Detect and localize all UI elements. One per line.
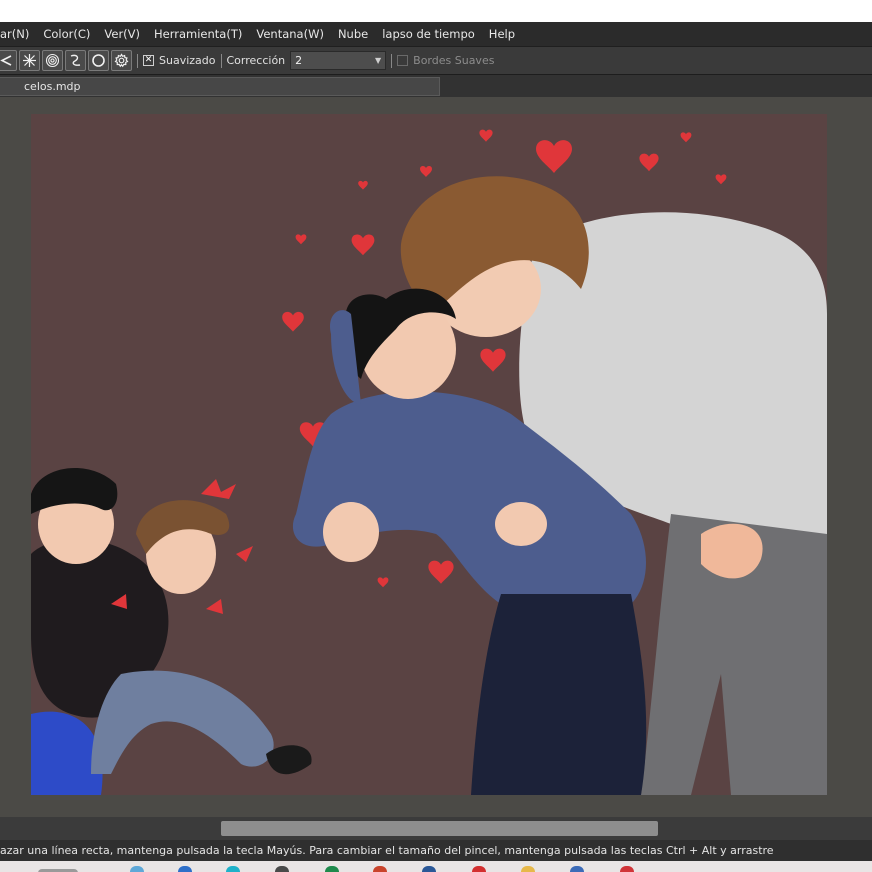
edge-icon[interactable] xyxy=(178,866,192,872)
correction-value: 2 xyxy=(295,54,303,67)
menu-help[interactable]: Help xyxy=(482,27,522,41)
menu-timelapse[interactable]: lapso de tiempo xyxy=(375,27,482,41)
chevron-down-icon: ▼ xyxy=(375,56,382,65)
tab-label: celos.mdp xyxy=(24,80,81,93)
opera-icon[interactable] xyxy=(620,866,634,872)
menu-window[interactable]: Ventana(W) xyxy=(249,27,331,41)
soft-edges-label: Bordes Suaves xyxy=(413,54,495,67)
antialias-checkbox[interactable]: ✕ xyxy=(143,55,154,66)
soft-edges-checkbox[interactable] xyxy=(397,55,409,66)
scrollbar-thumb[interactable] xyxy=(221,821,658,836)
drawing-canvas[interactable] xyxy=(31,114,827,795)
ruler-curve-icon[interactable] xyxy=(65,50,86,71)
document-tab-bar: celos.mdp xyxy=(0,74,872,97)
ruler-settings-icon[interactable] xyxy=(111,50,132,71)
menu-view[interactable]: Ver(V) xyxy=(97,27,147,41)
correction-label: Corrección xyxy=(226,54,286,67)
status-bar: azar una línea recta, mantenga pulsada l… xyxy=(0,840,872,861)
figures-small xyxy=(31,467,312,795)
antialias-label: Suavizado xyxy=(159,54,216,67)
opera-icon[interactable] xyxy=(472,866,486,872)
recorder-icon[interactable] xyxy=(570,866,584,872)
tab-document[interactable]: celos.mdp xyxy=(0,77,440,96)
horizontal-scrollbar[interactable] xyxy=(0,817,872,840)
ruler-parallel-icon[interactable] xyxy=(0,50,17,71)
folder-icon[interactable] xyxy=(521,866,535,872)
artwork-illustration xyxy=(31,129,827,795)
chrome-icon[interactable] xyxy=(226,866,240,872)
ruler-ellipse-icon[interactable] xyxy=(88,50,109,71)
toolbar-separator xyxy=(220,53,222,68)
tool-options-bar: ✕ Suavizado Corrección 2 ▼ Bordes Suaves xyxy=(0,46,872,74)
canvas-workspace[interactable] xyxy=(0,97,872,817)
excel-icon[interactable] xyxy=(325,866,339,872)
word-icon[interactable] xyxy=(422,866,436,872)
ruler-radial-icon[interactable] xyxy=(19,50,40,71)
taskbar xyxy=(0,861,872,872)
toolbar-separator xyxy=(137,53,138,68)
store-icon[interactable] xyxy=(275,866,289,872)
status-text: azar una línea recta, mantenga pulsada l… xyxy=(0,844,774,857)
powerpoint-icon[interactable] xyxy=(373,866,387,872)
correction-select[interactable]: 2 ▼ xyxy=(290,51,387,70)
window-top-edge xyxy=(0,0,872,22)
menu-file[interactable]: ar(N) xyxy=(0,27,36,41)
file-explorer-icon[interactable] xyxy=(130,866,144,872)
toolbar-separator xyxy=(391,53,393,68)
menu-cloud[interactable]: Nube xyxy=(331,27,375,41)
menu-bar: ar(N) Color(C) Ver(V) Herramienta(T) Ven… xyxy=(0,22,872,46)
menu-tool[interactable]: Herramienta(T) xyxy=(147,27,249,41)
ruler-concentric-icon[interactable] xyxy=(42,50,63,71)
menu-color[interactable]: Color(C) xyxy=(36,27,97,41)
